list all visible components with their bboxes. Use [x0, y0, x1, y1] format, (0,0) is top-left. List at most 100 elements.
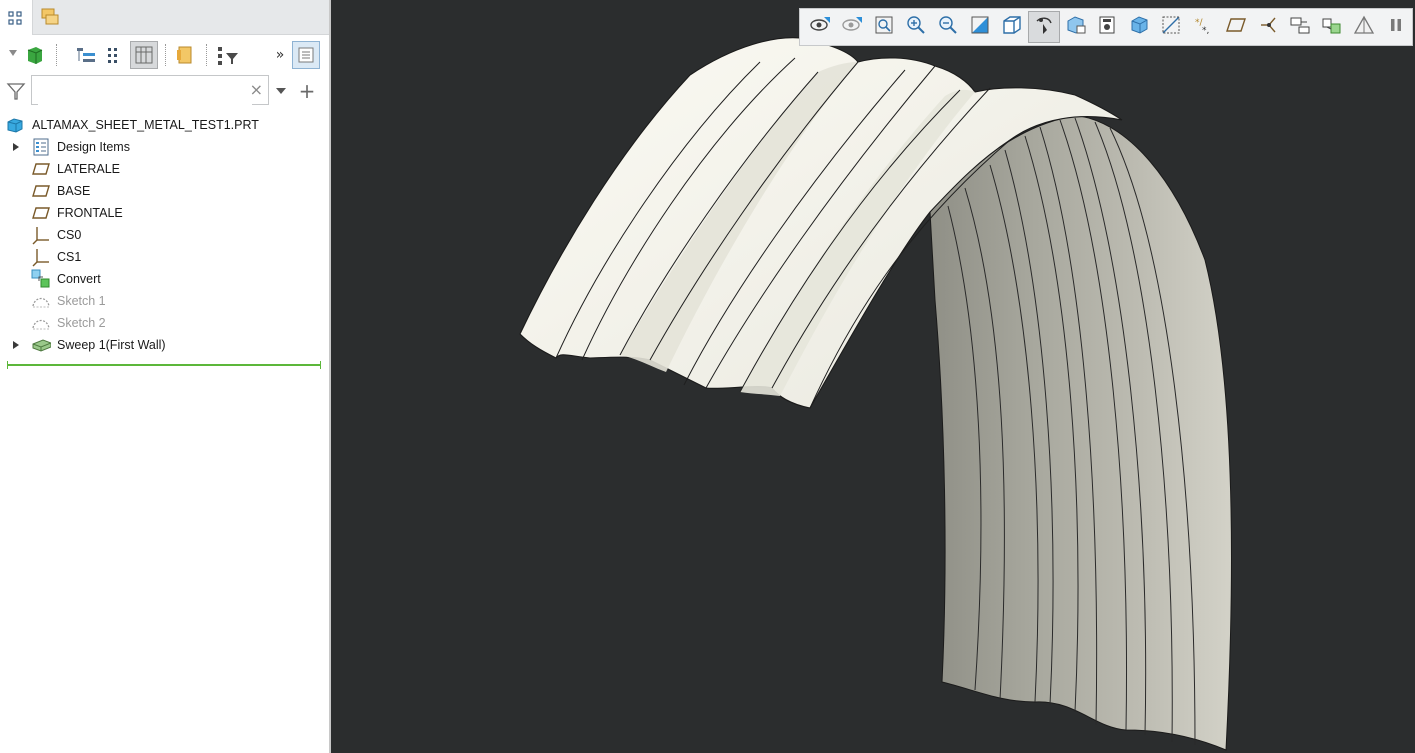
tree-filter-icon [218, 47, 238, 65]
repaint-icon [970, 15, 990, 39]
pause-button[interactable] [1380, 11, 1412, 43]
named-views-icon [1129, 15, 1151, 39]
graphics-viewport[interactable]: */*, [331, 0, 1415, 753]
zoom-in-button[interactable] [900, 11, 932, 43]
appearance-icon [1321, 15, 1343, 39]
more-label: » [275, 47, 285, 63]
pause-icon [1388, 16, 1404, 38]
datum-plane-icon [31, 182, 51, 200]
arch-inner-surface [929, 115, 1232, 751]
design-items-icon [31, 138, 51, 156]
tree-item-label: Sketch 2 [57, 316, 106, 330]
tree-item-label: Sketch 1 [57, 294, 106, 308]
annotation-display-icon: */*, [1193, 15, 1215, 39]
layers-icon [41, 8, 59, 25]
show-button[interactable] [804, 11, 836, 43]
tree-item[interactable]: FRONTALE [0, 202, 123, 224]
coordinate-system-icon [31, 226, 51, 245]
csys-display-icon [1289, 15, 1311, 39]
tree-item[interactable]: Convert [0, 268, 101, 290]
named-views-button[interactable] [1124, 11, 1156, 43]
layers-tab[interactable] [34, 0, 66, 34]
perspective-button[interactable] [1348, 11, 1380, 43]
expand-arrow-icon[interactable] [11, 136, 21, 158]
refit-button[interactable] [868, 11, 900, 43]
refit-icon [874, 15, 894, 39]
zoom-out-button[interactable] [932, 11, 964, 43]
view-manager-icon [1097, 15, 1119, 39]
more-tools-button[interactable]: » [270, 40, 290, 70]
plane-display-button[interactable] [1220, 11, 1252, 43]
add-icon: + [298, 79, 316, 103]
point-display-button[interactable] [1252, 11, 1284, 43]
separator [206, 44, 208, 66]
display-style-button[interactable] [996, 11, 1028, 43]
tree-item-label: BASE [57, 184, 91, 198]
model-tree-icon [8, 10, 22, 25]
display-style-icon [1001, 15, 1023, 39]
tree-item[interactable]: Sweep 1(First Wall) [0, 334, 166, 356]
filter-funnel-icon [6, 83, 26, 100]
filter-button[interactable] [4, 78, 28, 104]
tree-root-part[interactable]: ALTAMAX_SHEET_METAL_TEST1.PRT [6, 114, 259, 136]
tree-item-label: CS1 [57, 250, 82, 264]
model-tree-tab[interactable] [0, 0, 33, 35]
tree-item[interactable]: Sketch 2 [0, 312, 106, 334]
tree-search-input[interactable] [38, 77, 252, 105]
convert-icon [31, 269, 51, 288]
clear-search-icon[interactable]: × [250, 81, 263, 99]
saved-orientations-icon [1065, 15, 1087, 39]
tree-item[interactable]: CS1 [0, 246, 81, 268]
part-display-icon [9, 47, 43, 64]
saved-orientations-button[interactable] [1060, 11, 1092, 43]
columns-icon [135, 46, 153, 64]
datum-display-icon [1161, 15, 1183, 39]
appearance-button[interactable] [1316, 11, 1348, 43]
add-filter-button[interactable]: + [296, 78, 318, 104]
tree-item[interactable]: Sketch 1 [0, 290, 106, 312]
tree-item[interactable]: CS0 [0, 224, 81, 246]
tree-item-label: Design Items [57, 140, 130, 154]
tree-filters-button[interactable] [100, 40, 128, 70]
view-manager-button[interactable] [1092, 11, 1124, 43]
plane-display-icon [1225, 16, 1247, 38]
sketch-icon [31, 314, 51, 332]
datum-display-button[interactable] [1156, 11, 1188, 43]
csys-display-button[interactable] [1284, 11, 1316, 43]
tree-item-label: FRONTALE [57, 206, 123, 220]
part-icon [6, 116, 24, 134]
spin-center-button[interactable] [1028, 11, 1060, 43]
hide-button[interactable] [836, 11, 868, 43]
sheet-metal-model [519, 37, 1232, 751]
hide-icon [841, 16, 863, 38]
annotation-display-button[interactable]: */*, [1188, 11, 1220, 43]
graphics-toolbar: */*, [799, 8, 1413, 46]
open-notebook-button[interactable] [172, 40, 200, 70]
expand-arrow-icon[interactable] [11, 334, 21, 356]
tree-item[interactable]: LATERALE [0, 158, 120, 180]
perspective-icon [1353, 15, 1375, 39]
tree-view-options-button[interactable] [292, 40, 320, 70]
show-icon [809, 16, 831, 38]
tree-item[interactable]: Design Items [0, 136, 130, 158]
chevron-down-icon [276, 88, 286, 94]
tree-columns-toggle[interactable] [130, 40, 158, 70]
model-tree-panel: » × + ALTAMAX_SHEET_METAL_TEST1.PRT Desi… [0, 0, 331, 753]
tree-item-label: Convert [57, 272, 101, 286]
separator [56, 44, 58, 66]
insert-here-marker[interactable] [7, 361, 321, 369]
display-dropdown[interactable] [6, 40, 52, 70]
tree-filter-button[interactable] [214, 40, 242, 70]
svg-text:*,: *, [1202, 26, 1209, 35]
navigator-tabstrip [0, 0, 329, 35]
tree-columns-button[interactable] [72, 40, 100, 70]
tree-item[interactable]: BASE [0, 180, 90, 202]
search-dropdown[interactable] [272, 78, 290, 104]
coordinate-system-icon [31, 248, 51, 267]
tree-item-label: CS0 [57, 228, 82, 242]
separator [165, 44, 167, 66]
tree-list-icon [108, 48, 117, 63]
tree-item-label: Sweep 1(First Wall) [57, 338, 166, 352]
repaint-button[interactable] [964, 11, 996, 43]
tree-item-label: LATERALE [57, 162, 120, 176]
